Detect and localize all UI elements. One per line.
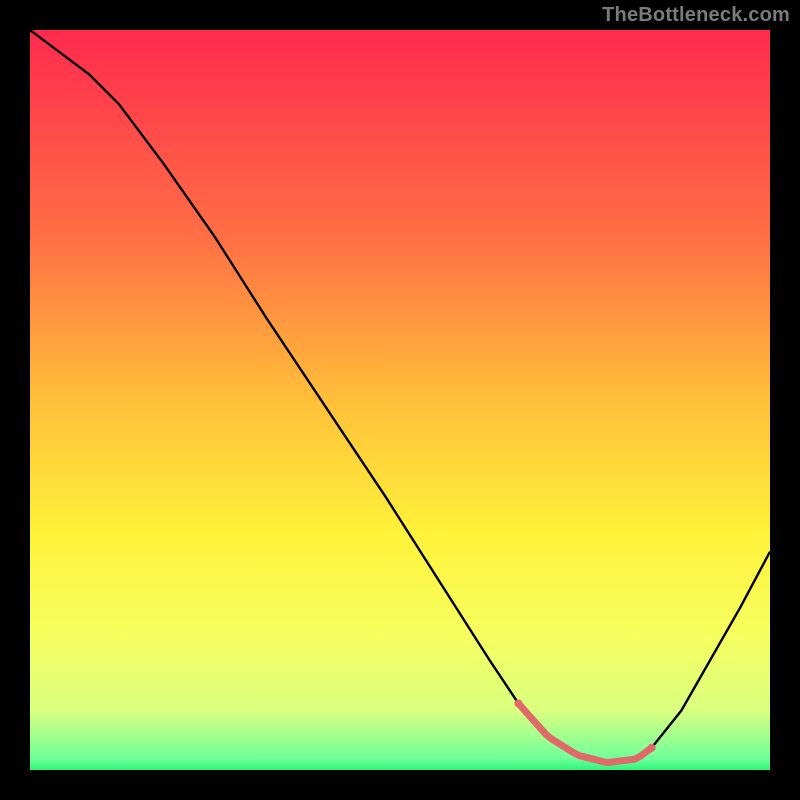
bottleneck-chart <box>0 0 800 800</box>
chart-container: { "watermark": "TheBottleneck.com", "cha… <box>0 0 800 800</box>
watermark-text: TheBottleneck.com <box>602 4 790 27</box>
plot-background <box>30 30 770 770</box>
optimal-zone-end-marker <box>648 744 656 752</box>
optimal-zone-start-marker <box>514 699 522 707</box>
